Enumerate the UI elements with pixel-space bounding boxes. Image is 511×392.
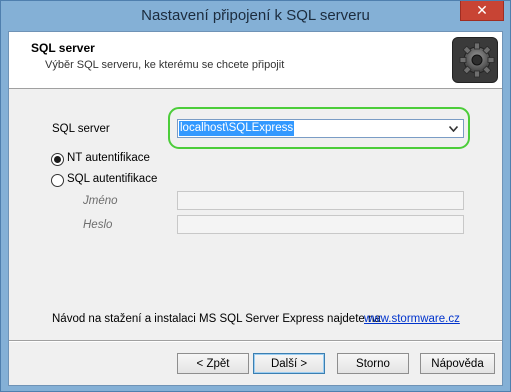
sql-auth-label[interactable]: SQL autentifikace (67, 173, 157, 185)
username-field[interactable] (177, 191, 464, 210)
header-subtitle: Výběr SQL serveru, ke kterému se chcete … (45, 59, 285, 71)
sql-server-select-value: localhost\SQLExpress (179, 121, 295, 136)
password-label: Heslo (83, 219, 113, 231)
help-button[interactable]: Nápověda (420, 353, 495, 374)
next-button[interactable]: Další > (253, 353, 325, 374)
sql-server-select[interactable]: localhost\SQLExpress (177, 119, 464, 138)
sql-server-label: SQL server (52, 123, 110, 135)
button-separator (9, 340, 502, 342)
close-icon: ✕ (476, 2, 488, 18)
back-button[interactable]: < Zpět (177, 353, 249, 374)
radio-selected-dot (54, 156, 61, 163)
window-title: Nastavení připojení k SQL serveru (141, 7, 370, 24)
nt-auth-label[interactable]: NT autentifikace (67, 152, 150, 164)
title-bar[interactable]: Nastavení připojení k SQL serveru ✕ (1, 1, 510, 31)
stormware-link[interactable]: www.stormware.cz (364, 313, 460, 325)
download-hint-text: Návod na stažení a instalaci MS SQL Serv… (52, 313, 381, 325)
header-title: SQL server (31, 41, 95, 55)
nt-auth-radio[interactable] (51, 153, 64, 166)
wizard-header: SQL server Výběr SQL serveru, ke kterému… (9, 32, 502, 89)
dialog-window: Nastavení připojení k SQL serveru ✕ SQL … (0, 0, 511, 392)
chevron-down-icon[interactable] (446, 121, 460, 136)
password-field[interactable] (177, 215, 464, 234)
close-button[interactable]: ✕ (460, 1, 504, 21)
dialog-client-area: SQL server Výběr SQL serveru, ke kterému… (8, 31, 503, 386)
gear-icon (452, 37, 498, 83)
username-label: Jméno (83, 195, 118, 207)
cancel-button[interactable]: Storno (337, 353, 409, 374)
sql-auth-radio[interactable] (51, 174, 64, 187)
